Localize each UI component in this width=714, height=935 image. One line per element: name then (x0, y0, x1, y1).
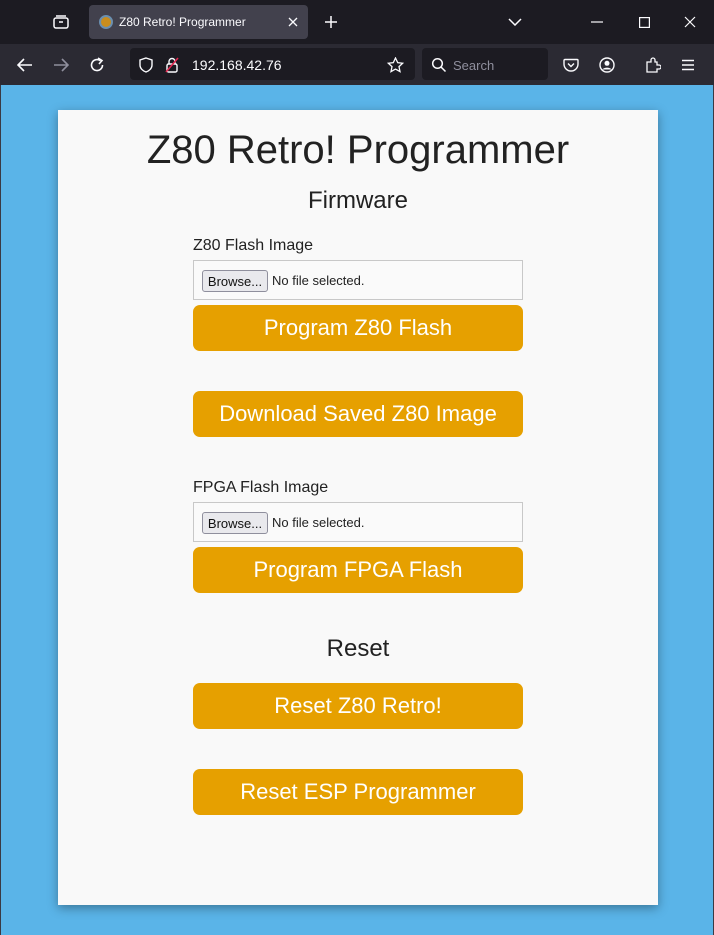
reset-heading: Reset (326, 635, 390, 662)
fpga-file-input[interactable]: Browse... No file selected. (193, 502, 523, 542)
download-saved-z80-image-button[interactable]: Download Saved Z80 Image (193, 391, 523, 437)
z80-browse-button[interactable]: Browse... (202, 270, 268, 292)
account-icon[interactable] (595, 53, 619, 77)
reset-z80-retro-button[interactable]: Reset Z80 Retro! (193, 683, 523, 729)
tab-active[interactable]: Z80 Retro! Programmer (89, 5, 308, 39)
pocket-icon[interactable] (559, 53, 583, 77)
z80-file-status: No file selected. (272, 273, 365, 288)
firmware-heading: Firmware (308, 187, 408, 214)
program-fpga-flash-button[interactable]: Program FPGA Flash (193, 547, 523, 593)
navigation-toolbar: 192.168.42.76 Search (0, 44, 714, 85)
chevron-down-icon[interactable] (504, 12, 526, 32)
back-icon[interactable] (13, 53, 37, 77)
page-title: Z80 Retro! Programmer (146, 128, 570, 172)
bookmark-star-icon[interactable] (386, 56, 404, 74)
menu-icon[interactable] (676, 53, 700, 77)
forward-icon[interactable] (49, 53, 73, 77)
fpga-browse-button[interactable]: Browse... (202, 512, 268, 534)
reload-icon[interactable] (85, 53, 109, 77)
url-text[interactable]: 192.168.42.76 (192, 57, 282, 73)
maximize-icon[interactable] (631, 10, 657, 34)
tab-bar: Z80 Retro! Programmer (0, 0, 714, 44)
firefox-view-icon[interactable] (48, 10, 74, 34)
close-window-icon[interactable] (677, 10, 703, 34)
fpga-file-status: No file selected. (272, 515, 365, 530)
url-bar[interactable]: 192.168.42.76 (130, 48, 415, 80)
insecure-lock-icon[interactable] (163, 56, 181, 74)
minimize-icon[interactable] (584, 10, 610, 34)
reset-esp-programmer-button[interactable]: Reset ESP Programmer (193, 769, 523, 815)
favicon-icon (99, 15, 113, 29)
new-tab-icon[interactable] (320, 11, 342, 33)
search-bar[interactable]: Search (422, 48, 548, 80)
tab-title: Z80 Retro! Programmer (119, 15, 246, 29)
shield-icon[interactable] (137, 56, 155, 74)
extensions-icon[interactable] (641, 53, 665, 77)
program-z80-flash-button[interactable]: Program Z80 Flash (193, 305, 523, 351)
page-viewport: Z80 Retro! Programmer Firmware Z80 Flash… (0, 85, 714, 935)
search-icon (430, 56, 448, 74)
search-input[interactable]: Search (453, 58, 494, 73)
z80-flash-image-label: Z80 Flash Image (193, 237, 314, 254)
close-tab-icon[interactable] (285, 13, 301, 31)
z80-file-input[interactable]: Browse... No file selected. (193, 260, 523, 300)
fpga-flash-image-label: FPGA Flash Image (193, 479, 329, 496)
programmer-card: Z80 Retro! Programmer Firmware Z80 Flash… (58, 110, 658, 905)
